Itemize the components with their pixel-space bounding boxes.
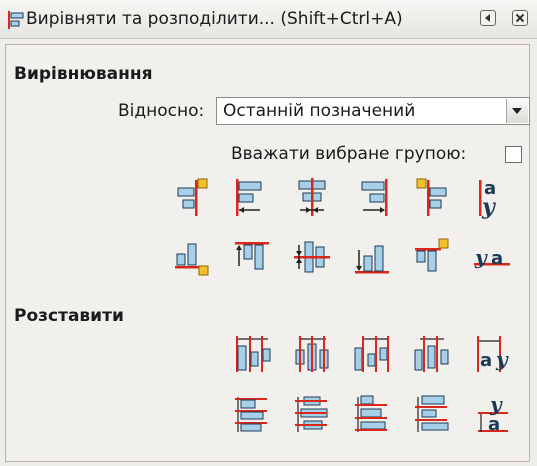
- center-horizontal-axis-button[interactable]: [292, 236, 332, 280]
- svg-text:y: y: [481, 194, 497, 220]
- align-section-title: Вирівнювання: [14, 64, 153, 84]
- align-bottom-to-top-anchor-icon: [175, 243, 209, 276]
- relative-to-label: Відносно:: [118, 101, 205, 121]
- distribute-baselines-vertical-icon: y a: [478, 392, 508, 435]
- align-left-edges-icon: [236, 179, 262, 216]
- distribute-baselines-horizontal-button[interactable]: a y: [472, 332, 512, 376]
- title-bar: Вирівняти та розподілити... (Shift+Ctrl+…: [0, 0, 537, 39]
- distribute-top-edges-icon: [235, 397, 267, 432]
- align-bottom-to-top-anchor-button[interactable]: [172, 236, 212, 280]
- svg-text:y: y: [489, 392, 503, 416]
- distribute-centers-horizontal-button[interactable]: [292, 332, 332, 376]
- dropdown-arrow-icon[interactable]: [506, 99, 528, 123]
- align-bottom-edges-button[interactable]: [352, 236, 392, 280]
- relative-to-value: Останній позначений: [223, 101, 416, 121]
- distribute-left-edges-icon: [236, 336, 271, 372]
- svg-text:y: y: [495, 347, 509, 371]
- distribute-baselines-horizontal-icon: a y: [477, 336, 509, 372]
- center-vertical-axis-button[interactable]: [292, 176, 332, 220]
- distribute-bottom-edges-icon: [355, 395, 387, 432]
- distribute-baselines-vertical-button[interactable]: y a: [472, 392, 512, 436]
- align-left-edge-to-right-anchor-icon: [416, 178, 447, 216]
- distribute-gaps-vertical-button[interactable]: [412, 392, 452, 436]
- align-baseline-text-vertical-button[interactable]: a y: [472, 176, 512, 220]
- distribute-gaps-horizontal-button[interactable]: [412, 332, 452, 376]
- svg-text:a: a: [491, 248, 503, 269]
- align-baseline-text-vertical-icon: a y: [479, 178, 497, 220]
- distribute-centers-vertical-icon: [295, 396, 328, 432]
- center-vertical-axis-icon: [298, 178, 326, 216]
- distribute-gaps-horizontal-icon: [414, 336, 449, 372]
- distribute-top-edges-button[interactable]: [232, 392, 272, 436]
- distribute-right-edges-icon: [354, 336, 389, 372]
- svg-text:y: y: [474, 245, 488, 269]
- align-top-to-bottom-anchor-icon: [415, 238, 449, 272]
- distribute-centers-vertical-button[interactable]: [292, 392, 332, 436]
- align-top-edges-icon: [235, 242, 269, 270]
- center-horizontal-axis-icon: [294, 241, 330, 273]
- svg-text:a: a: [488, 414, 500, 435]
- align-left-edge-to-right-anchor-button[interactable]: [412, 176, 452, 220]
- align-top-to-bottom-anchor-button[interactable]: [412, 236, 452, 280]
- window-title: Вирівняти та розподілити... (Shift+Ctrl+…: [26, 9, 403, 29]
- treat-as-group-checkbox[interactable]: [505, 146, 522, 163]
- svg-text:a: a: [480, 350, 492, 371]
- relative-to-select[interactable]: Останній позначений: [216, 97, 530, 125]
- treat-as-group-label: Вважати вибране групою:: [231, 144, 467, 164]
- align-baseline-text-horizontal-icon: y a: [474, 245, 510, 269]
- distribute-bottom-edges-button[interactable]: [352, 392, 392, 436]
- collapse-panel-button[interactable]: [480, 10, 496, 26]
- align-right-edges-button[interactable]: [352, 176, 392, 220]
- close-panel-button[interactable]: [512, 10, 528, 26]
- align-right-edges-icon: [361, 179, 388, 216]
- distribute-right-edges-button[interactable]: [352, 332, 392, 376]
- align-distribute-icon: [6, 10, 26, 30]
- align-right-edge-to-left-anchor-icon: [177, 178, 208, 216]
- align-baseline-text-horizontal-button[interactable]: y a: [472, 236, 512, 280]
- align-right-edge-to-left-anchor-button[interactable]: [172, 176, 212, 220]
- align-bottom-edges-icon: [355, 245, 389, 274]
- distribute-section-title: Розставити: [14, 306, 124, 326]
- distribute-gaps-vertical-icon: [415, 395, 449, 432]
- align-top-edges-button[interactable]: [232, 236, 272, 280]
- align-left-edges-button[interactable]: [232, 176, 272, 220]
- distribute-centers-horizontal-icon: [295, 336, 329, 372]
- distribute-left-edges-button[interactable]: [232, 332, 272, 376]
